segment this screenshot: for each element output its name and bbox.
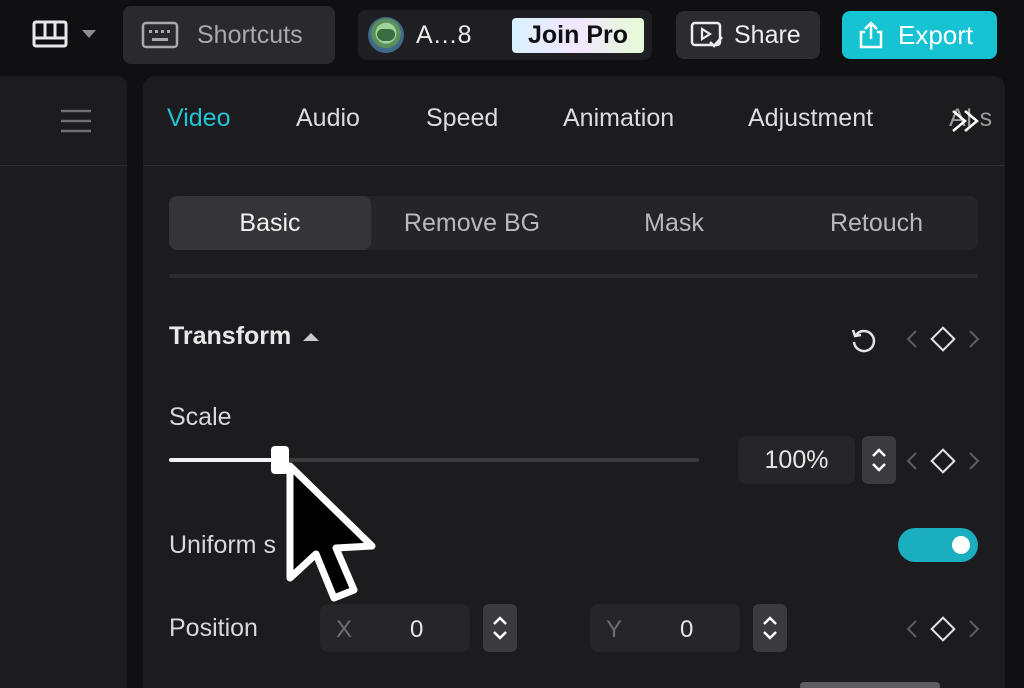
resize-handle[interactable] bbox=[800, 682, 940, 688]
mouse-pointer-icon bbox=[286, 462, 376, 602]
tab-audio[interactable]: Audio bbox=[296, 104, 360, 133]
add-keyframe-icon[interactable] bbox=[930, 616, 956, 642]
uniform-scale-toggle[interactable] bbox=[898, 528, 978, 562]
tab-adjustment[interactable]: Adjustment bbox=[748, 104, 873, 133]
left-panel-header bbox=[0, 76, 127, 166]
add-keyframe-icon[interactable] bbox=[930, 448, 956, 474]
scale-keyframe-controls bbox=[906, 447, 980, 475]
video-subtabs: Basic Remove BG Mask Retouch bbox=[169, 196, 978, 250]
upload-icon bbox=[859, 21, 883, 49]
position-x-stepper[interactable] bbox=[483, 604, 517, 652]
position-x-field[interactable]: X 0 bbox=[320, 604, 470, 652]
add-keyframe-icon[interactable] bbox=[930, 326, 956, 352]
x-axis-label: X bbox=[336, 616, 353, 643]
up-down-arrows-icon bbox=[763, 616, 777, 640]
layout-menu-button[interactable] bbox=[32, 16, 112, 52]
left-panel bbox=[0, 76, 127, 688]
shortcuts-label: Shortcuts bbox=[197, 20, 303, 49]
scale-value-field[interactable]: 100% bbox=[738, 436, 855, 484]
position-keyframe-controls bbox=[906, 615, 980, 643]
subtab-remove-bg[interactable]: Remove BG bbox=[371, 196, 573, 250]
position-x-value: 0 bbox=[410, 616, 424, 643]
prev-keyframe-icon[interactable] bbox=[906, 619, 918, 639]
avatar bbox=[368, 17, 404, 53]
subtab-retouch[interactable]: Retouch bbox=[775, 196, 978, 250]
export-button[interactable]: Export bbox=[842, 11, 997, 59]
transform-title: Transform bbox=[169, 322, 292, 350]
scale-slider[interactable] bbox=[169, 446, 699, 474]
keyboard-icon bbox=[141, 21, 179, 49]
scale-label: Scale bbox=[169, 403, 232, 431]
join-pro-button[interactable]: Join Pro bbox=[512, 18, 644, 53]
shortcuts-button[interactable]: Shortcuts bbox=[123, 6, 335, 64]
export-label: Export bbox=[898, 19, 974, 50]
top-toolbar: Shortcuts A…8 Join Pro Share Export bbox=[0, 0, 1024, 70]
next-keyframe-icon[interactable] bbox=[968, 451, 980, 471]
next-keyframe-icon[interactable] bbox=[968, 329, 980, 349]
scale-stepper[interactable] bbox=[862, 436, 896, 484]
chevron-down-icon bbox=[82, 30, 96, 38]
tab-animation[interactable]: Animation bbox=[563, 104, 674, 133]
tab-video[interactable]: Video bbox=[167, 104, 231, 133]
transform-keyframe-controls bbox=[906, 325, 980, 353]
reset-icon[interactable] bbox=[849, 326, 879, 356]
position-label: Position bbox=[169, 614, 258, 642]
subtab-mask[interactable]: Mask bbox=[573, 196, 775, 250]
double-chevron-right-icon[interactable] bbox=[947, 106, 987, 136]
position-y-value: 0 bbox=[680, 616, 694, 643]
account-name: A…8 bbox=[416, 20, 472, 49]
properties-panel: Video Audio Speed Animation Adjustment A… bbox=[143, 76, 1005, 688]
account-button[interactable]: A…8 Join Pro bbox=[358, 10, 652, 60]
property-tabs: Video Audio Speed Animation Adjustment A… bbox=[143, 76, 1005, 166]
layout-grid-icon bbox=[32, 20, 68, 48]
share-video-icon bbox=[690, 21, 723, 48]
chevron-up-icon bbox=[303, 332, 320, 341]
up-down-arrows-icon bbox=[872, 448, 886, 472]
uniform-scale-label: Uniform s bbox=[169, 531, 276, 559]
transform-section-toggle[interactable]: Transform bbox=[169, 322, 320, 351]
next-keyframe-icon[interactable] bbox=[968, 619, 980, 639]
share-label: Share bbox=[734, 20, 801, 49]
prev-keyframe-icon[interactable] bbox=[906, 451, 918, 471]
divider bbox=[169, 274, 978, 278]
share-button[interactable]: Share bbox=[676, 11, 820, 59]
up-down-arrows-icon bbox=[493, 616, 507, 640]
position-y-field[interactable]: Y 0 bbox=[590, 604, 740, 652]
prev-keyframe-icon[interactable] bbox=[906, 329, 918, 349]
y-axis-label: Y bbox=[606, 616, 623, 643]
tab-speed[interactable]: Speed bbox=[426, 104, 498, 133]
subtab-basic[interactable]: Basic bbox=[169, 196, 371, 250]
scale-slider-fill bbox=[169, 458, 281, 462]
position-y-stepper[interactable] bbox=[753, 604, 787, 652]
toggle-knob bbox=[952, 536, 970, 554]
menu-icon[interactable] bbox=[61, 108, 91, 134]
